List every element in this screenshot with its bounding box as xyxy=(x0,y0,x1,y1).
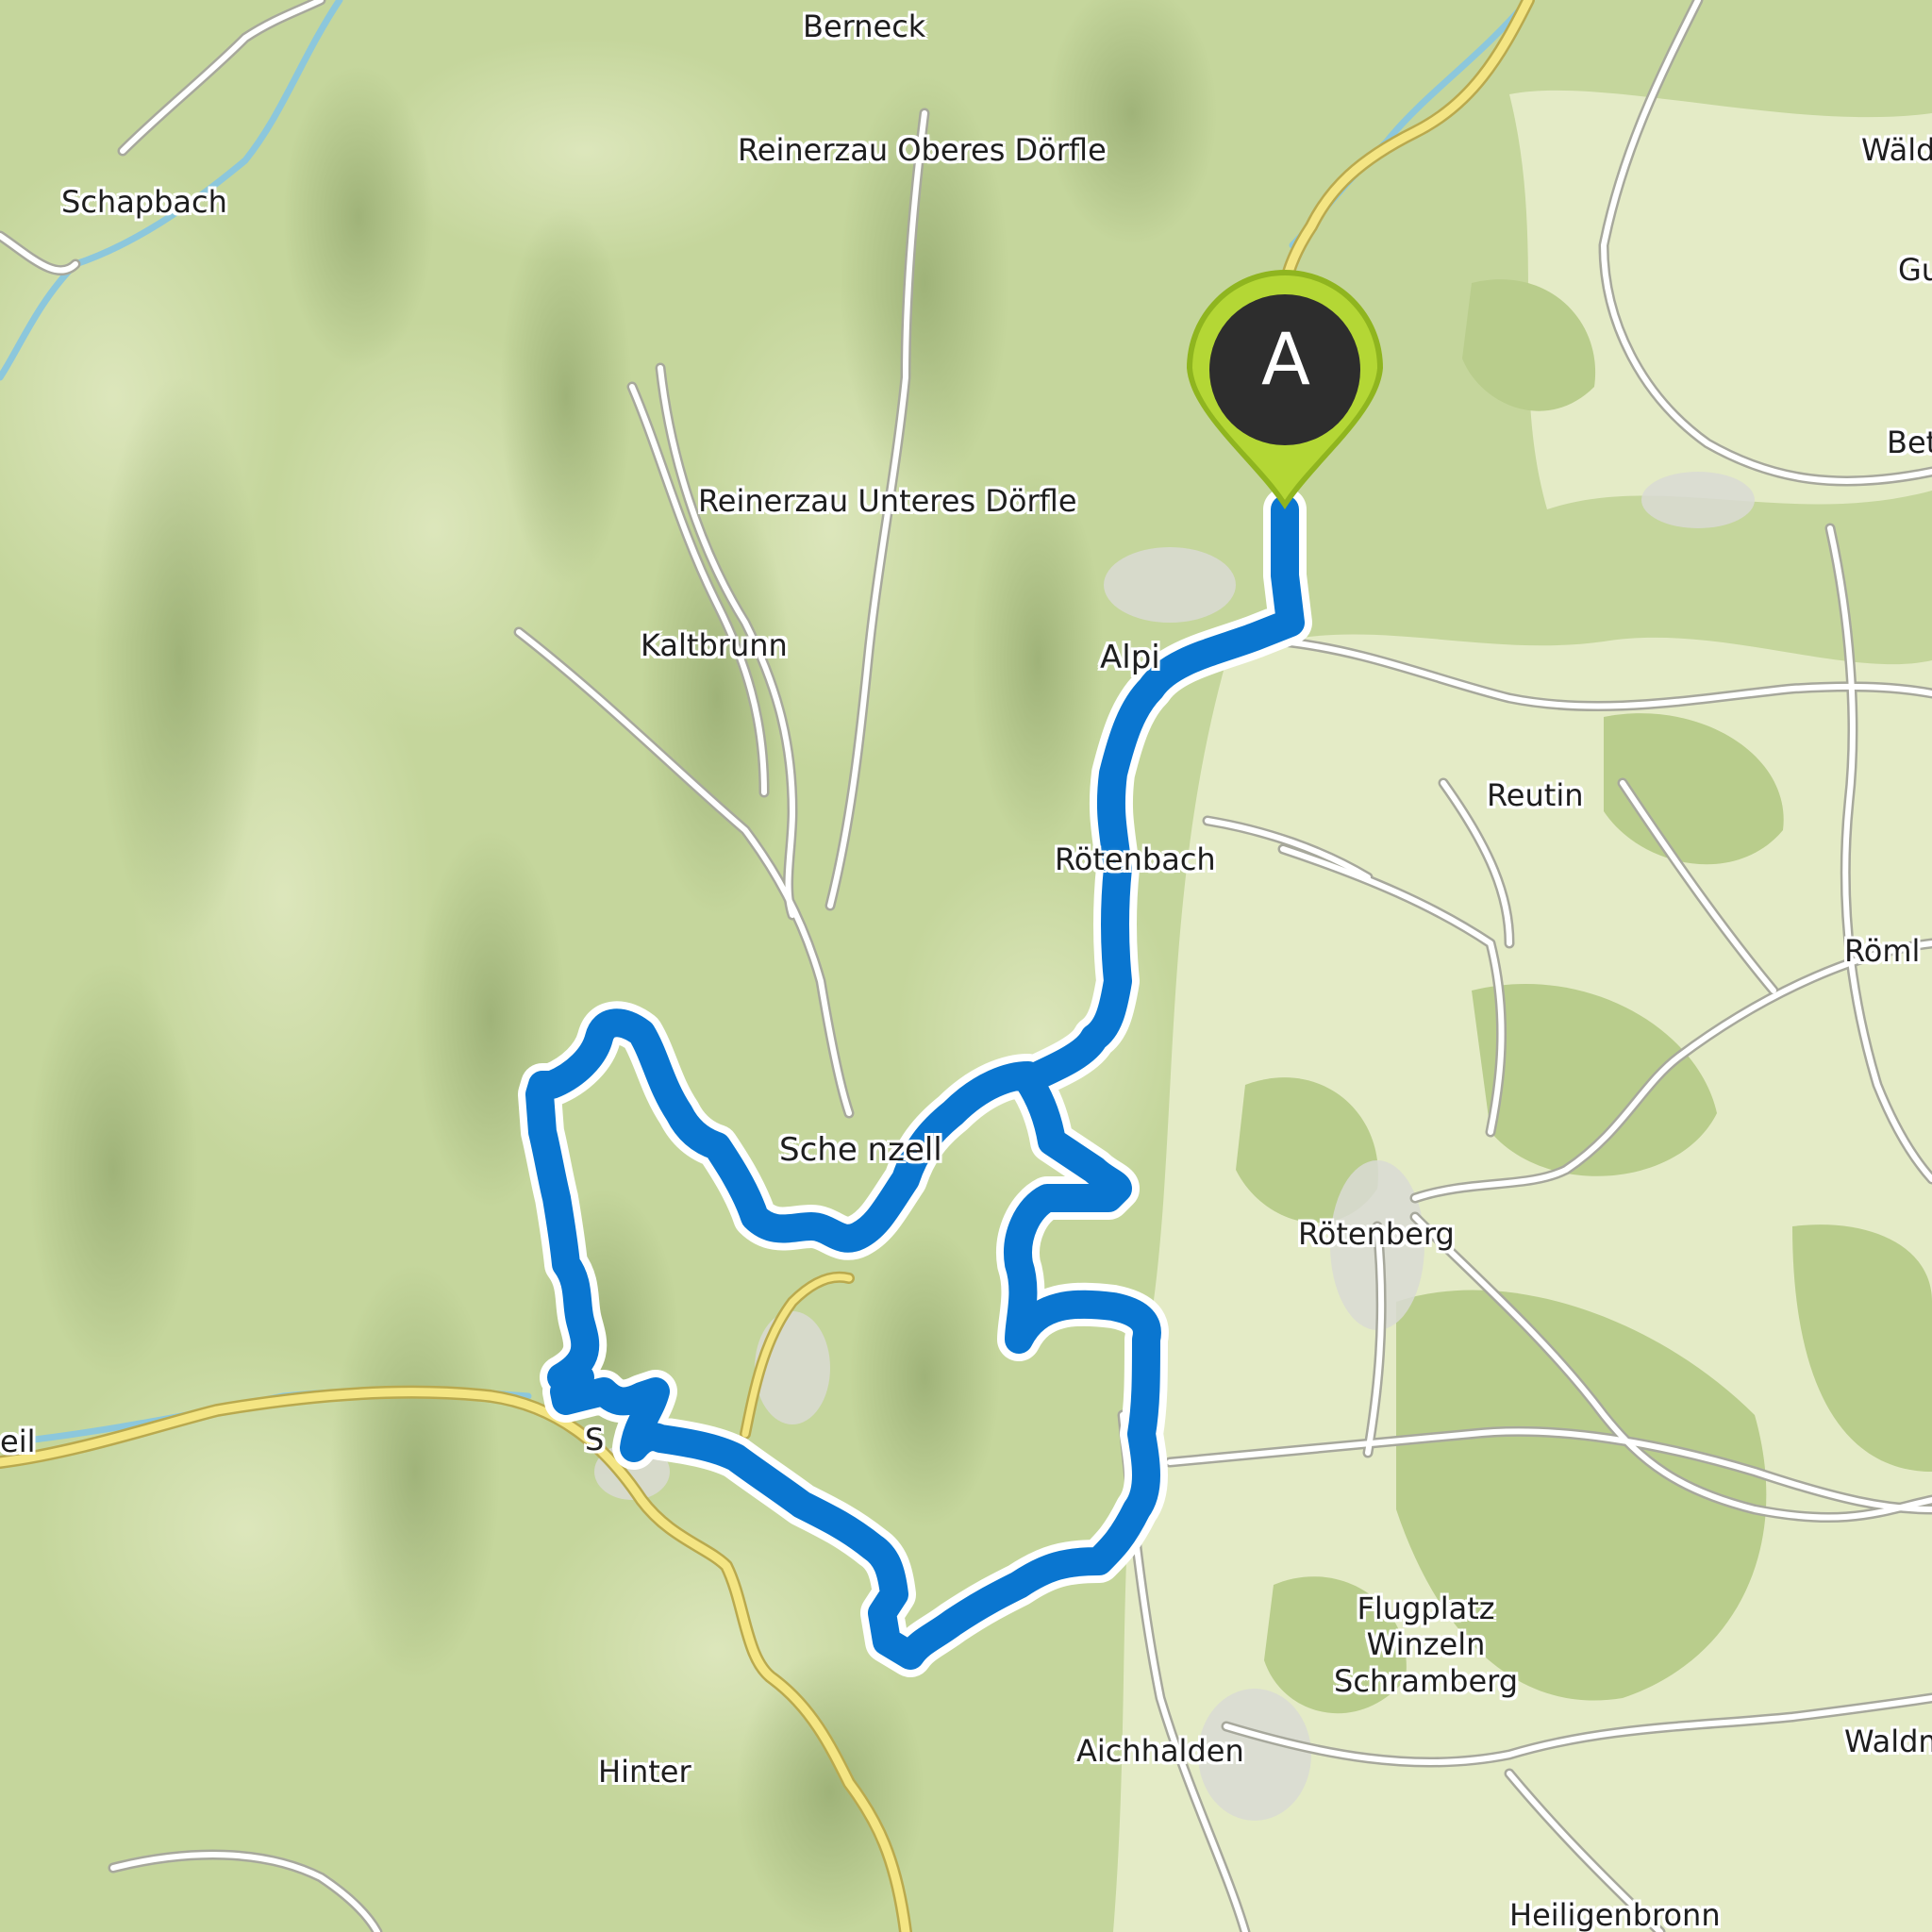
place-label-roetenberg: Rötenberg xyxy=(1298,1216,1455,1252)
place-label-reinerzau-unteres-doerfle: Reinerzau Unteres Dörfle xyxy=(698,483,1077,519)
place-label-reinerzau-oberes-doerfle: Reinerzau Oberes Dörfle xyxy=(738,132,1107,168)
place-label-heiligenbronn: Heiligenbronn xyxy=(1509,1897,1721,1932)
place-label-flugplatz-winzeln-schramberg: Flugplatz Winzeln Schramberg xyxy=(1334,1591,1519,1699)
start-marker-label: A xyxy=(1261,317,1310,401)
place-label-alpirsbach: Alpi xyxy=(1100,639,1160,676)
map-canvas[interactable]: A Berneck Reinerzau Oberes Dörfle Schapb… xyxy=(0,0,1932,1932)
place-label-waeld: Wäld xyxy=(1861,132,1932,168)
place-label-waldm: Waldm xyxy=(1844,1724,1932,1759)
place-label-kaltbrunn: Kaltbrunn xyxy=(641,627,788,663)
place-label-s-town: S xyxy=(585,1422,605,1457)
place-label-aichhalden: Aichhalden xyxy=(1076,1733,1244,1769)
place-label-gu: Gu xyxy=(1898,252,1932,288)
place-label-roetenbach: Rötenbach xyxy=(1055,841,1216,877)
map-base-layer xyxy=(0,0,1932,1932)
place-label-schapbach: Schapbach xyxy=(61,184,227,220)
place-label-betz: Betz xyxy=(1887,425,1932,460)
place-label-hinter: Hinter xyxy=(598,1754,691,1790)
place-label-berneck: Berneck xyxy=(803,8,926,44)
place-label-eil: eil xyxy=(0,1424,36,1459)
place-label-roeml: Röml xyxy=(1844,933,1921,969)
place-label-reutin: Reutin xyxy=(1487,777,1584,813)
place-label-schenkenzell: Sche nzell xyxy=(779,1131,942,1169)
